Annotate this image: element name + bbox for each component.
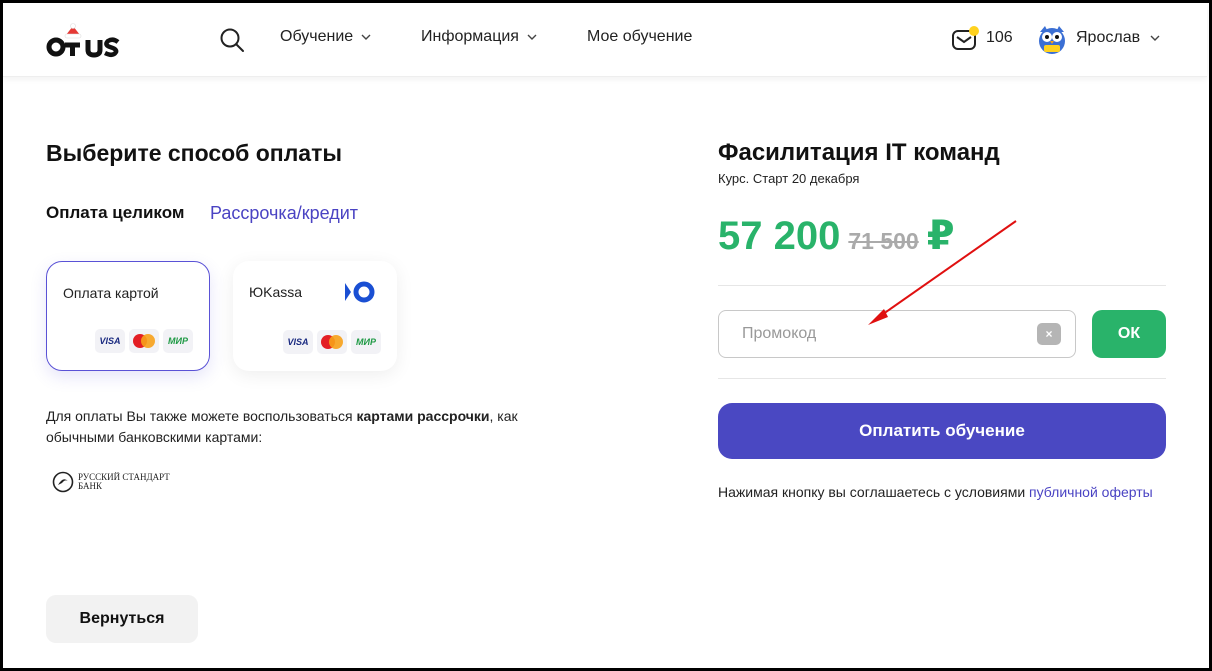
agreement-text: Нажимая кнопку вы соглашаетесь с условия… bbox=[718, 484, 1153, 500]
agreement-label: Нажимая кнопку вы соглашаетесь с условия… bbox=[718, 484, 1030, 500]
course-subtitle: Курс. Старт 20 декабря bbox=[718, 171, 860, 186]
card-badges: VISA МИР bbox=[95, 329, 193, 353]
payment-method-card[interactable]: Оплата картой VISA МИР bbox=[46, 261, 210, 371]
price-current: 57 200 bbox=[718, 214, 841, 258]
bank-emblem-icon bbox=[52, 471, 74, 493]
divider bbox=[718, 378, 1166, 379]
owl-avatar-icon[interactable] bbox=[1036, 23, 1068, 55]
user-name: Ярослав bbox=[1076, 29, 1141, 46]
top-header: Обучение Информация Мое обучение 106 Яро… bbox=[3, 3, 1207, 77]
payment-method-label: ЮKassa bbox=[249, 284, 303, 300]
nav-information-label: Информация bbox=[421, 28, 519, 45]
user-menu[interactable]: Ярослав bbox=[1076, 29, 1160, 47]
chevron-down-icon bbox=[1150, 35, 1160, 41]
tab-installment[interactable]: Рассрочка/кредит bbox=[210, 203, 358, 224]
note-text: Для оплаты Вы также можете воспользовать… bbox=[46, 408, 357, 424]
page-title: Выберите способ оплаты bbox=[46, 140, 343, 166]
nav-my-education-label: Мое обучение bbox=[587, 28, 693, 45]
tab-full-payment[interactable]: Оплата целиком bbox=[46, 203, 184, 223]
nav-education-label: Обучение bbox=[280, 28, 354, 45]
payment-method-label: Оплата картой bbox=[63, 285, 159, 301]
mir-icon: МИР bbox=[351, 330, 381, 354]
payment-method-yookassa[interactable]: ЮKassa VISA МИР bbox=[233, 261, 397, 371]
chevron-down-icon bbox=[361, 34, 371, 40]
visa-icon: VISA bbox=[283, 330, 313, 354]
pay-button[interactable]: Оплатить обучение bbox=[718, 403, 1166, 459]
note-bold: картами рассрочки bbox=[356, 408, 490, 424]
mail-count: 106 bbox=[986, 29, 1013, 46]
card-badges: VISA МИР bbox=[283, 330, 381, 354]
mastercard-icon bbox=[129, 329, 159, 353]
promo-ok-button[interactable]: ОК bbox=[1092, 310, 1166, 358]
back-button[interactable]: Вернуться bbox=[46, 595, 198, 643]
mir-icon: МИР bbox=[163, 329, 193, 353]
otus-logo[interactable] bbox=[46, 21, 134, 61]
mastercard-icon bbox=[317, 330, 347, 354]
bank-name-sub: БАНК bbox=[78, 481, 103, 491]
nav-education[interactable]: Обучение bbox=[280, 28, 371, 46]
nav-information[interactable]: Информация bbox=[421, 28, 537, 46]
russian-standard-bank-logo: РУССКИЙ СТАНДАРТ БАНК bbox=[52, 471, 170, 493]
annotation-arrow-icon bbox=[868, 220, 1017, 325]
search-icon[interactable] bbox=[219, 27, 245, 53]
visa-icon: VISA bbox=[95, 329, 125, 353]
yookassa-logo-icon bbox=[345, 281, 375, 303]
public-offer-link[interactable]: публичной оферты bbox=[1029, 484, 1153, 500]
installment-note: Для оплаты Вы также можете воспользовать… bbox=[46, 406, 546, 448]
chevron-down-icon bbox=[527, 34, 537, 40]
nav-my-education[interactable]: Мое обучение bbox=[587, 28, 692, 46]
course-title: Фасилитация IT команд bbox=[718, 139, 1000, 166]
mail-icon[interactable] bbox=[951, 25, 981, 55]
promo-clear-button[interactable]: × bbox=[1037, 323, 1061, 345]
